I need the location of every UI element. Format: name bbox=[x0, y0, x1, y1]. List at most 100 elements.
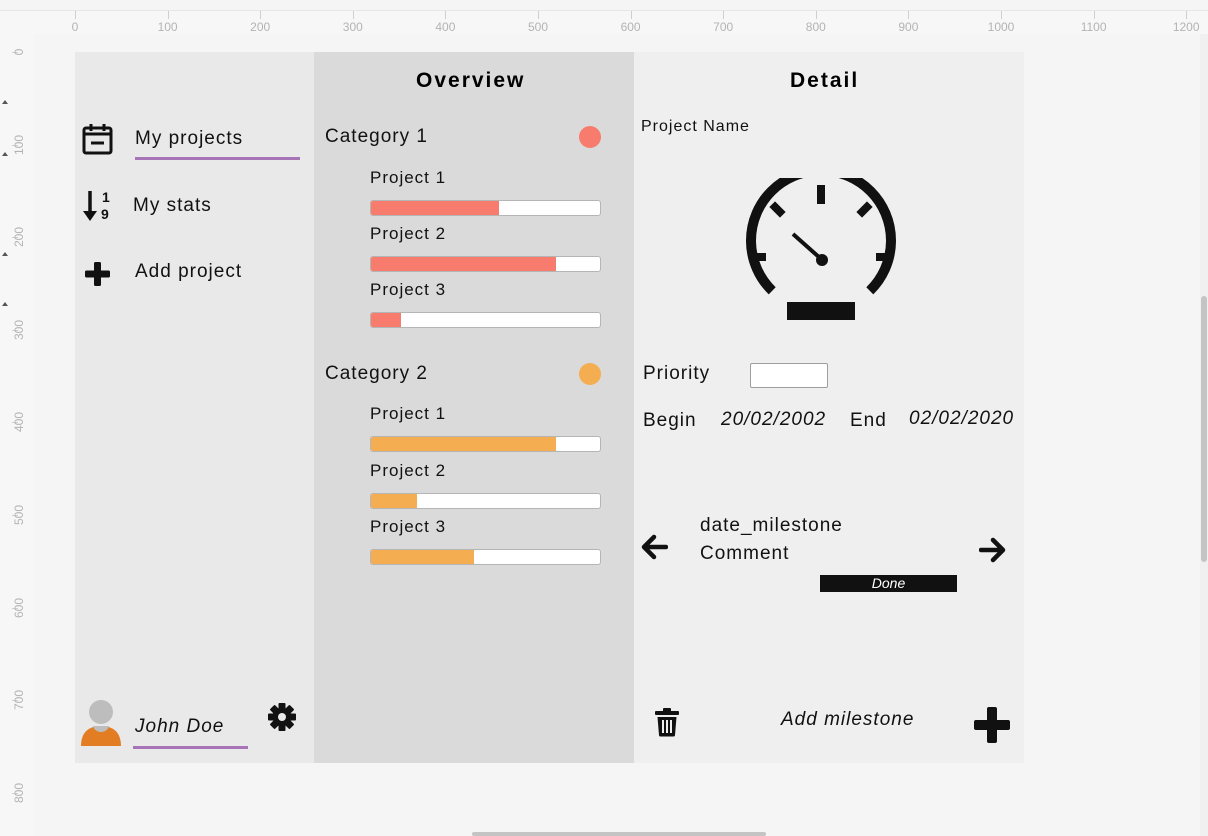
ruler-label: 300 bbox=[342, 20, 363, 34]
category-label: Category 2 bbox=[325, 363, 428, 384]
design-canvas: 0 100 200 300 400 500 600 700 800 900 1000 1100 1200… bbox=[0, 0, 1208, 836]
priority-input[interactable] bbox=[750, 363, 828, 388]
progress-fill bbox=[371, 201, 500, 215]
overview-panel: Overview Category 1 Project 1 Project 2 … bbox=[314, 52, 634, 763]
project-label: Project 3 bbox=[370, 280, 447, 299]
ruler-label: 700 bbox=[12, 690, 26, 711]
ruler-tick bbox=[260, 11, 262, 19]
ruler-label: 0 bbox=[71, 20, 79, 34]
sort-numeric-icon: 1 9 bbox=[83, 189, 110, 222]
user-underline bbox=[133, 746, 248, 749]
ruler-tick bbox=[538, 11, 539, 19]
ruler-label: 1100 bbox=[1080, 20, 1107, 34]
ruler-guide-marker[interactable] bbox=[2, 152, 8, 156]
svg-text:1: 1 bbox=[102, 189, 110, 205]
category-color-dot bbox=[579, 126, 601, 148]
plus-icon bbox=[85, 262, 110, 286]
project-progress-bar[interactable] bbox=[370, 549, 601, 565]
project-progress-bar[interactable] bbox=[370, 436, 601, 452]
project-label: Project 2 bbox=[370, 224, 447, 243]
ruler-tick bbox=[75, 11, 76, 19]
category-color-dot bbox=[579, 363, 601, 385]
ruler-label: 800 bbox=[805, 20, 826, 34]
progress-fill bbox=[371, 494, 417, 508]
sidebar-item-add-project[interactable]: Add project bbox=[75, 248, 314, 292]
trash-icon[interactable] bbox=[654, 707, 680, 737]
ruler-label: 600 bbox=[620, 20, 641, 34]
ruler-label: 200 bbox=[250, 20, 271, 34]
sidebar: My projects 1 9 My stats Add project Joh… bbox=[75, 52, 314, 763]
ruler-label: 400 bbox=[435, 20, 456, 34]
horizontal-ruler: 0 100 200 300 400 500 600 700 800 900 1000 1100 1200 bbox=[0, 10, 1208, 34]
ruler-guide-marker[interactable] bbox=[2, 252, 8, 256]
ruler-label: 200 bbox=[12, 227, 26, 248]
speedometer-icon bbox=[746, 178, 896, 320]
ruler-label: 800 bbox=[12, 782, 26, 803]
ruler-label: 1200 bbox=[1172, 20, 1200, 34]
sidebar-item-my-projects[interactable]: My projects bbox=[75, 116, 314, 160]
ruler-tick bbox=[1001, 11, 1002, 19]
ruler-tick bbox=[1093, 11, 1095, 19]
sidebar-item-my-stats[interactable]: 1 9 My stats bbox=[75, 182, 314, 226]
project-progress-bar[interactable] bbox=[370, 200, 601, 216]
ruler-label: 600 bbox=[12, 597, 26, 618]
progress-fill bbox=[371, 550, 475, 564]
ruler-tick bbox=[815, 11, 817, 19]
ruler-tick bbox=[1186, 11, 1188, 19]
begin-label: Begin bbox=[643, 410, 697, 431]
sidebar-item-label: My stats bbox=[133, 195, 212, 216]
ruler-tick bbox=[630, 11, 632, 19]
active-underline bbox=[135, 157, 300, 160]
end-date[interactable]: 02/02/2020 bbox=[909, 408, 1014, 430]
category-label: Category 1 bbox=[325, 126, 428, 147]
calendar-icon bbox=[82, 124, 113, 155]
ruler-guide-marker[interactable] bbox=[2, 100, 8, 104]
project-label: Project 1 bbox=[370, 168, 447, 187]
sidebar-item-label: Add project bbox=[135, 261, 243, 282]
ruler-label: 700 bbox=[713, 20, 734, 34]
ruler-tick bbox=[445, 11, 447, 19]
add-milestone-label: Add milestone bbox=[781, 709, 915, 730]
vertical-scrollbar-thumb[interactable] bbox=[1201, 296, 1207, 562]
ruler-label: 100 bbox=[157, 20, 178, 34]
gear-icon[interactable] bbox=[267, 702, 297, 732]
svg-text:9: 9 bbox=[101, 206, 109, 222]
ruler-label: 400 bbox=[12, 412, 26, 433]
ruler-label: 500 bbox=[12, 504, 26, 526]
ruler-tick bbox=[167, 11, 169, 19]
begin-date[interactable]: 20/02/2002 bbox=[721, 409, 826, 431]
ruler-label: 500 bbox=[527, 20, 549, 34]
ruler-tick bbox=[723, 11, 725, 19]
milestone-date: date_milestone bbox=[700, 515, 843, 536]
detail-panel: Detail Project Name Priority Begin 20/02… bbox=[634, 52, 1024, 763]
user-name[interactable]: John Doe bbox=[135, 716, 224, 738]
user-avatar-icon[interactable] bbox=[79, 698, 123, 746]
ruler-label: 900 bbox=[898, 20, 919, 34]
ruler-label: 0 bbox=[12, 48, 26, 56]
milestone-comment: Comment bbox=[700, 543, 790, 564]
end-label: End bbox=[850, 410, 887, 431]
project-label: Project 2 bbox=[370, 461, 447, 480]
progress-fill bbox=[371, 437, 557, 451]
horizontal-scrollbar-thumb[interactable] bbox=[472, 832, 766, 836]
ruler-label: 100 bbox=[12, 134, 26, 155]
project-progress-bar[interactable] bbox=[370, 312, 601, 328]
detail-title: Detail bbox=[790, 69, 860, 92]
ruler-guide-marker[interactable] bbox=[2, 302, 8, 306]
arrow-right-icon[interactable] bbox=[979, 537, 1007, 563]
add-milestone-plus-icon[interactable] bbox=[972, 705, 1012, 745]
ruler-tick bbox=[908, 11, 910, 19]
priority-label: Priority bbox=[643, 363, 711, 384]
progress-fill bbox=[371, 257, 557, 271]
sidebar-item-label: My projects bbox=[135, 128, 244, 149]
project-label: Project 3 bbox=[370, 517, 447, 536]
project-progress-bar[interactable] bbox=[370, 256, 601, 272]
project-progress-bar[interactable] bbox=[370, 493, 601, 509]
vertical-ruler: 0 100 200 300 400 500 600 700 800 bbox=[0, 34, 34, 836]
arrow-left-icon[interactable] bbox=[640, 534, 668, 560]
progress-fill bbox=[371, 313, 401, 327]
project-name: Project Name bbox=[641, 118, 750, 135]
ruler-label: 300 bbox=[12, 319, 26, 340]
milestone-status-button[interactable]: Done bbox=[820, 575, 957, 592]
project-label: Project 1 bbox=[370, 404, 447, 423]
